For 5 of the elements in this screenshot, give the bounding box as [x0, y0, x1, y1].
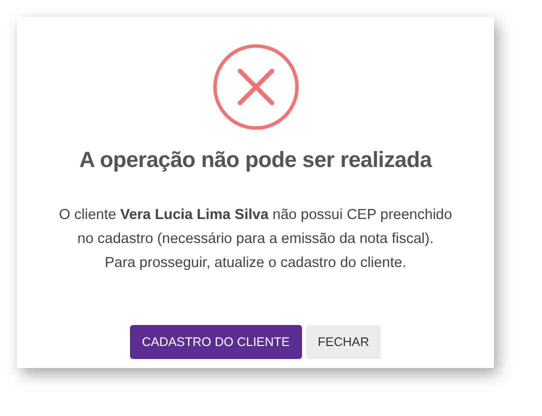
dialog-title: A operação não pode ser realizada: [79, 147, 432, 174]
close-button[interactable]: FECHAR: [306, 325, 382, 360]
client-record-button[interactable]: CADASTRO DO CLIENTE: [130, 325, 302, 360]
dialog-message: O cliente Vera Lucia Lima Silva não possui CEP preenchido no cadastro (necessário para a emissão da nota fiscal). Para prosseguir, atualize o cadastro do cliente.: [58, 206, 452, 274]
error-icon: [212, 43, 300, 131]
